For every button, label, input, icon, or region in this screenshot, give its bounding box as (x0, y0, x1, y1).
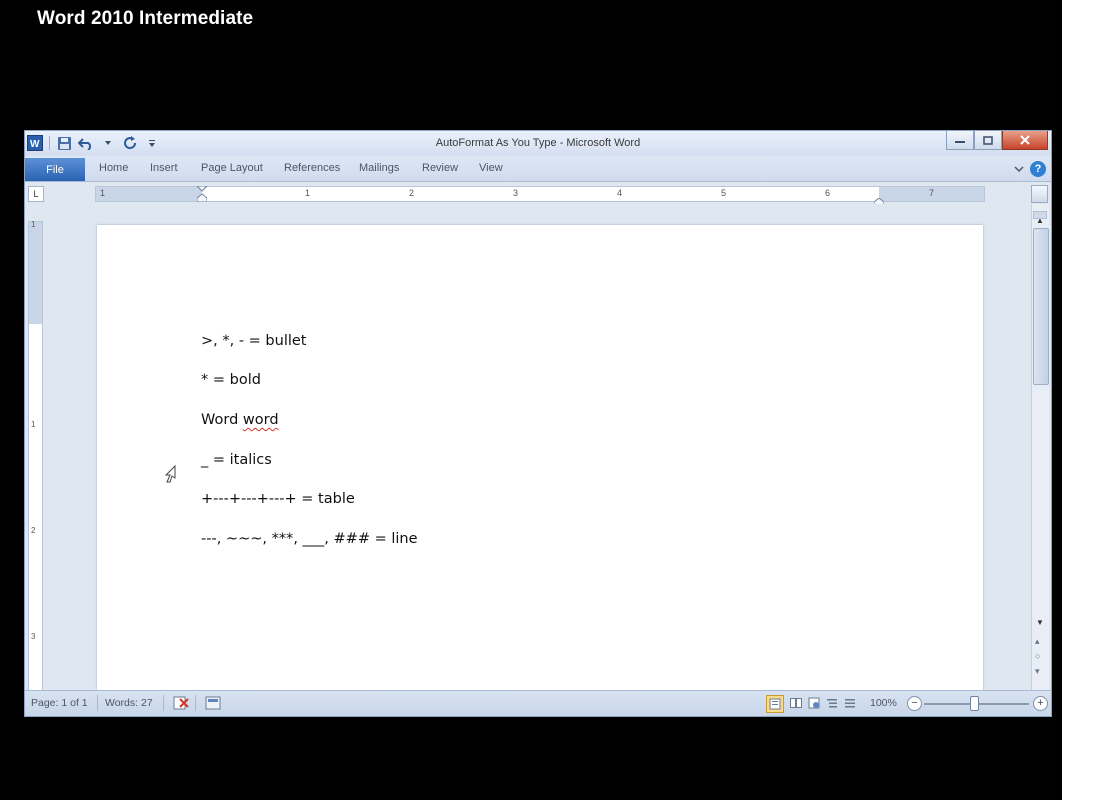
page-count[interactable]: Page: 1 of 1 (31, 697, 88, 709)
vruler-number: 1 (31, 220, 36, 229)
word-count[interactable]: Words: 27 (105, 697, 153, 709)
document-area: >, *, - = bullet * = bold Word word _ = … (45, 204, 1032, 695)
ruler-number: 4 (617, 188, 623, 198)
zoom-out-button[interactable]: − (907, 696, 922, 711)
view-ruler-button[interactable] (1031, 185, 1048, 203)
minimize-button[interactable] (946, 131, 974, 150)
ruler-number: 1 (100, 188, 106, 198)
tab-selector[interactable]: L (28, 186, 44, 202)
doc-line-line[interactable]: ---, ~~~, ***, ___, ### = line (201, 531, 418, 547)
ruler-number: 3 (513, 188, 519, 198)
title-bar: W AutoFormat As You Type - Microsoft Wor… (25, 131, 1051, 156)
status-bar: Page: 1 of 1 Words: 27 100% − + (25, 690, 1051, 716)
ruler-row: L 1 1 2 3 4 5 6 7 (25, 182, 1051, 207)
previous-page-icon[interactable]: ▴ (1035, 636, 1040, 647)
web-layout-view-button[interactable] (806, 695, 822, 711)
document-page[interactable]: >, *, - = bullet * = bold Word word _ = … (97, 225, 983, 695)
tab-insert[interactable]: Insert (150, 162, 178, 174)
ruler-number: 7 (929, 188, 935, 198)
outline-view-button[interactable] (824, 695, 840, 711)
full-screen-reading-view-button[interactable] (788, 695, 804, 711)
vertical-scrollbar[interactable]: ▲ ▼ ▴ ○ ▾ (1031, 204, 1049, 690)
tab-review[interactable]: Review (422, 162, 458, 174)
doc-line-table[interactable]: +---+---+---+ = table (201, 491, 355, 507)
zoom-level[interactable]: 100% (870, 697, 897, 709)
window-title: AutoFormat As You Type - Microsoft Word (435, 137, 641, 149)
doc-text: Word (201, 412, 243, 428)
tab-mailings[interactable]: Mailings (359, 162, 399, 174)
print-layout-view-button[interactable] (766, 695, 784, 713)
video-frame: Word 2010 Intermediate W AutoFormat As Y… (0, 0, 1062, 800)
draft-view-button[interactable] (842, 695, 858, 711)
status-separator (97, 695, 98, 711)
tab-view[interactable]: View (479, 162, 503, 174)
horizontal-ruler[interactable]: 1 1 2 3 4 5 6 7 (95, 185, 985, 207)
status-separator (163, 695, 164, 711)
select-browse-object-icon[interactable]: ○ (1035, 651, 1040, 661)
vruler-number: 2 (31, 526, 36, 535)
mouse-pointer-icon (163, 464, 179, 483)
proofing-errors-icon[interactable] (172, 695, 190, 714)
ruler-number: 2 (409, 188, 415, 198)
ruler-number: 6 (825, 188, 831, 198)
scroll-up-arrow-icon[interactable]: ▲ (1036, 216, 1044, 225)
close-button[interactable] (1002, 131, 1048, 150)
tab-file[interactable]: File (25, 158, 85, 181)
ruler-number: 5 (721, 188, 727, 198)
tab-references[interactable]: References (284, 162, 340, 174)
restore-button[interactable] (974, 131, 1002, 150)
word-window: W AutoFormat As You Type - Microsoft Wor… (24, 130, 1052, 717)
zoom-slider-thumb[interactable] (970, 696, 979, 711)
vertical-ruler[interactable]: 1 1 2 3 (28, 220, 43, 691)
ribbon-tabs: File Home Insert Page Layout References … (25, 156, 1051, 182)
spelling-error-word[interactable]: word (243, 412, 279, 428)
tab-home[interactable]: Home (99, 162, 128, 174)
macro-record-icon[interactable] (205, 695, 221, 714)
ruler-number: 1 (305, 188, 311, 198)
vertical-ruler-top-margin (29, 222, 42, 324)
video-title: Word 2010 Intermediate (37, 8, 254, 29)
window-controls (946, 131, 1048, 150)
help-icon[interactable]: ? (1030, 161, 1046, 177)
next-page-icon[interactable]: ▾ (1035, 666, 1040, 677)
doc-line-word-word[interactable]: Word word (201, 412, 279, 428)
vruler-number: 1 (31, 420, 36, 429)
scroll-down-arrow-icon[interactable]: ▼ (1036, 618, 1044, 627)
vruler-number: 3 (31, 632, 36, 641)
scroll-thumb[interactable] (1033, 228, 1049, 385)
doc-line-bold[interactable]: * = bold (201, 372, 261, 388)
zoom-in-button[interactable]: + (1033, 696, 1048, 711)
doc-line-italics[interactable]: _ = italics (201, 452, 272, 468)
help-area: ? (1014, 160, 1046, 178)
ruler-left-margin (96, 187, 202, 201)
status-separator (195, 695, 196, 711)
doc-line-bullet[interactable]: >, *, - = bullet (201, 333, 307, 349)
minimize-ribbon-icon[interactable] (1014, 160, 1024, 178)
tab-page-layout[interactable]: Page Layout (201, 162, 263, 174)
